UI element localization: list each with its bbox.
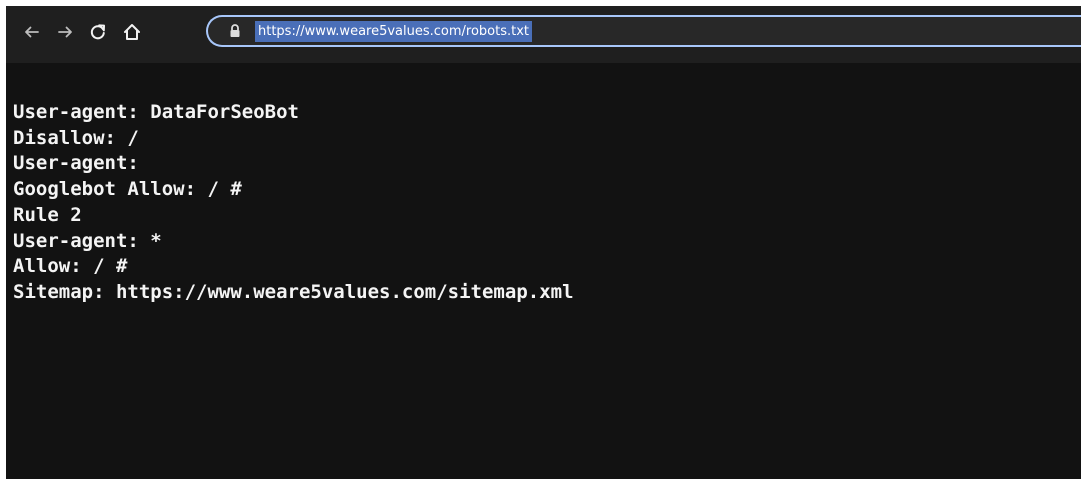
back-button[interactable] [18,18,46,46]
address-bar[interactable]: https://www.weare5values.com/robots.txt [206,15,1081,47]
robots-txt-content: User-agent: DataForSeoBot Disallow: / Us… [13,101,574,303]
forward-button[interactable] [51,18,79,46]
forward-arrow-icon [56,23,74,41]
home-button[interactable] [118,18,146,46]
browser-toolbar: https://www.weare5values.com/robots.txt [6,6,1081,63]
lock-icon[interactable] [228,23,242,39]
reload-button[interactable] [84,18,112,46]
page-content: User-agent: DataForSeoBot Disallow: / Us… [6,63,1081,479]
browser-window: https://www.weare5values.com/robots.txt … [6,6,1081,479]
home-icon [122,22,142,42]
reload-icon [89,23,107,41]
url-text[interactable]: https://www.weare5values.com/robots.txt [255,21,533,42]
back-arrow-icon [23,23,41,41]
